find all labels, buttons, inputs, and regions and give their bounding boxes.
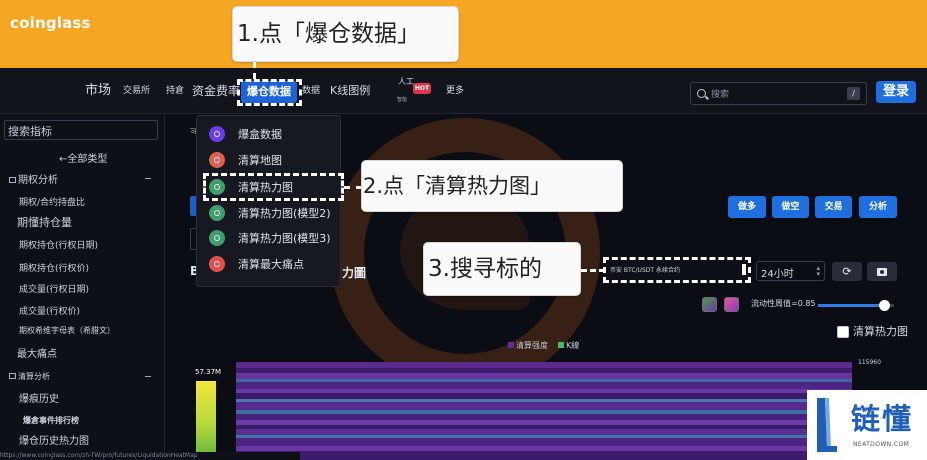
sidebar: 搜索指标 ←全部类型 期权分析 期权/合约持盘比 期懂持仓量 期权持仓(行权日期… <box>0 114 165 460</box>
heatmap-icon <box>209 205 225 221</box>
arrow-step2 <box>344 186 362 189</box>
bar-value-label: 57.37M <box>195 368 222 376</box>
nav-ai[interactable]: 人工 <box>398 68 414 96</box>
neatdown-watermark: 链懂 NEATDOWN.COM <box>807 390 927 460</box>
period-value: 24小时 <box>761 269 794 280</box>
max-pain-icon <box>209 256 225 272</box>
y-axis-tick: 115960 <box>858 359 881 366</box>
collapse-icon[interactable] <box>145 178 151 179</box>
camera-icon <box>877 268 887 276</box>
threshold-label: 流动性周值=0.85 <box>751 299 816 308</box>
search-placeholder: 搜索 <box>711 90 730 100</box>
highlight-heatmap-item <box>203 173 344 201</box>
callout-step1: 1.点「爆仓数据」 <box>232 6 459 62</box>
volume-bar <box>196 381 216 460</box>
nav-kline[interactable]: K线图例 <box>330 68 370 114</box>
legend-kline: K線 <box>558 340 579 351</box>
callout-step2: 2.点「清算热力图」 <box>361 160 623 212</box>
callout-step3: 3.搜寻标的 <box>423 242 581 296</box>
stepper-icon: ▴ ▾ <box>816 264 820 278</box>
color-scheme-swatch-2[interactable] <box>724 297 739 312</box>
all-types-link[interactable]: ←全部类型 <box>59 150 107 165</box>
liquidation-heatmap[interactable] <box>236 362 852 460</box>
nav-holdings[interactable]: 持倉 <box>166 68 184 114</box>
heatmap-band <box>236 438 852 446</box>
heatmap-band <box>236 402 852 410</box>
arrow-step1 <box>253 62 256 79</box>
refresh-icon: ⟳ <box>842 265 852 278</box>
indicator-search-label: 搜索指标 <box>8 125 52 138</box>
legend-swatch <box>508 342 514 348</box>
nav-exchanges[interactable]: 交易所 <box>123 68 150 114</box>
indicator-search-input[interactable]: 搜索指标 <box>4 120 158 140</box>
folder-icon <box>9 373 16 379</box>
status-url: https://www.coinglass.com/zh-TW/pro/futu… <box>0 452 300 460</box>
long-button[interactable]: 做多 <box>728 196 766 218</box>
nav-ai-sub: 智能 <box>397 97 408 103</box>
sidebar-item-oi-expiry[interactable]: 期权持仓(行权日期) <box>19 238 98 251</box>
nav-data[interactable]: 数据 <box>302 68 320 114</box>
sidebar-item-liq-history[interactable]: 爆痕历史 <box>19 390 59 405</box>
sidebar-item-volume-strike[interactable]: 成交量(行权价) <box>19 304 80 317</box>
top-banner <box>0 0 927 68</box>
brand-name: 链懂 <box>851 402 914 436</box>
short-button[interactable]: 做空 <box>772 196 809 218</box>
heatmap-checkbox[interactable] <box>837 326 849 338</box>
nav-more[interactable]: 更多 <box>446 68 464 114</box>
arrow-step3 <box>581 269 605 272</box>
trade-button[interactable]: 交易 <box>815 196 852 218</box>
hot-badge: HOT <box>413 83 431 94</box>
search-input[interactable]: 搜索 / <box>690 82 867 105</box>
login-button[interactable]: 登录 <box>876 81 916 103</box>
highlight-nav-liquidation <box>237 79 302 106</box>
brand-url: NEATDOWN.COM <box>853 441 910 448</box>
sidebar-item-liq-ranking[interactable]: 爆倉事件排行榜 <box>23 415 79 426</box>
section-liquidation-header[interactable]: 清算分析 <box>9 371 50 382</box>
legend-swatch <box>558 342 564 348</box>
nav-market[interactable]: 市场 <box>85 68 111 114</box>
sidebar-item-max-pain[interactable]: 最大痛点 <box>17 345 57 360</box>
nav-funding[interactable]: 资金费率 <box>192 68 240 114</box>
color-scheme-swatch-1[interactable] <box>702 297 717 312</box>
section-options-header[interactable]: 期权分析 <box>9 171 58 186</box>
sidebar-item-volume-expiry[interactable]: 成交量(行权日期) <box>19 282 89 295</box>
search-shortcut-key: / <box>847 87 860 100</box>
collapse-icon[interactable] <box>145 376 151 377</box>
sidebar-item-greeks[interactable]: 期权希维字母表（希腊文） <box>19 325 115 336</box>
highlight-symbol-select <box>603 257 751 283</box>
threshold-slider-thumb[interactable] <box>879 300 890 311</box>
coinglass-logo[interactable]: coinglass <box>10 14 91 32</box>
heatmap-band <box>236 451 852 460</box>
sidebar-item-open-interest[interactable]: 期懂持仓量 <box>17 214 72 230</box>
chart-title-right: 力圖 <box>342 266 367 280</box>
liquidation-map-icon <box>209 152 225 168</box>
liquidation-data-icon <box>209 126 225 142</box>
sidebar-item-oi-strike[interactable]: 期权持仓(行权价) <box>19 261 89 274</box>
screenshot-button[interactable] <box>867 262 897 281</box>
search-icon <box>697 89 706 98</box>
legend-intensity: 清算强度 <box>508 340 548 351</box>
sidebar-item-options-ratio[interactable]: 期权/合约持盘比 <box>19 195 85 208</box>
period-select[interactable]: 24小时 ▴ ▾ <box>756 261 825 281</box>
folder-icon <box>9 177 16 183</box>
liquidation-dropdown-menu: 爆盒数据 清算地图 清算热力图 清算热力图(模型2) 清算热力图(模型3) 清算… <box>196 115 341 287</box>
refresh-button[interactable]: ⟳ <box>832 262 862 281</box>
analysis-button[interactable]: 分析 <box>859 196 897 218</box>
neatdown-logo-icon <box>817 398 837 452</box>
sidebar-item-liq-heatmap-history[interactable]: 爆仓历史热力图 <box>19 432 89 447</box>
heatmap-icon <box>209 230 225 246</box>
threshold-slider-fill <box>818 304 884 307</box>
heatmap-band <box>236 382 852 389</box>
heatmap-checkbox-label: 清算热力图 <box>853 325 908 338</box>
